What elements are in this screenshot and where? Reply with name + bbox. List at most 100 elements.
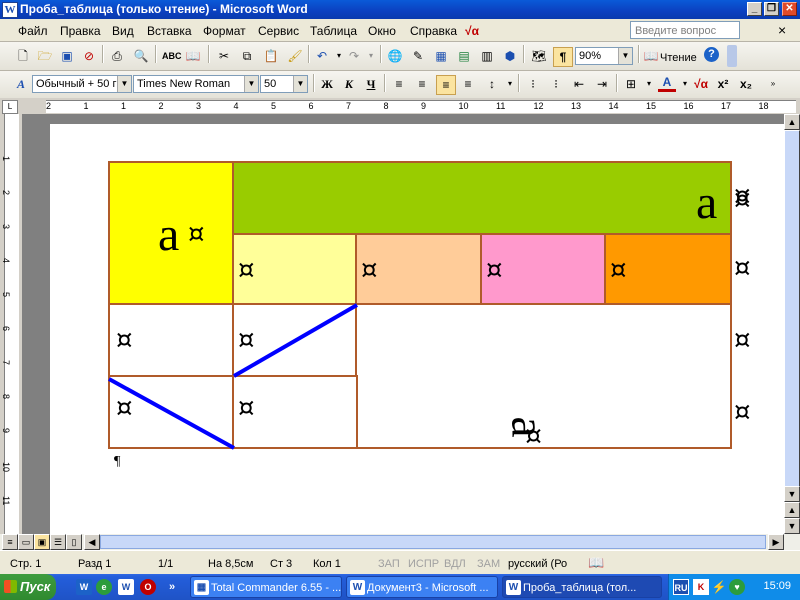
font-size-select[interactable]: 50 ▼ (260, 75, 308, 93)
toolbar-options-icon[interactable] (727, 45, 737, 67)
equation-icon[interactable]: √α (465, 24, 479, 38)
bullets-icon[interactable]: ⁝ (547, 75, 565, 93)
new-document-icon[interactable]: 🗋 (14, 47, 32, 65)
help-icon[interactable]: ? (704, 47, 719, 62)
align-right-icon[interactable]: ≡ (436, 75, 456, 95)
scroll-down-icon[interactable]: ▼ (784, 486, 800, 502)
border-dropdown-icon[interactable]: ▾ (640, 75, 658, 93)
document-area[interactable]: a ¤ a ¤ ¤ ¤ ¤ ¤ ¤ ¤ a ¤ ¤ ¤ ¤ ¤ ¤ ¤ ¶ (22, 114, 784, 534)
columns-icon[interactable]: ▥ (478, 47, 496, 65)
task-proba-table[interactable]: W Проба_таблица (тол... (502, 576, 662, 598)
styles-pane-icon[interactable]: A (12, 75, 30, 93)
status-extend[interactable]: ВДЛ (444, 558, 466, 570)
ask-question-input[interactable]: Введите вопрос (630, 21, 740, 39)
kaspersky-icon[interactable]: K (693, 579, 709, 595)
task-document3[interactable]: W Документ3 - Microsoft ... (346, 576, 498, 598)
spelling-icon[interactable]: ABC (162, 47, 182, 65)
menu-insert[interactable]: Вставка (147, 24, 192, 38)
increase-indent-icon[interactable]: ⇥ (593, 75, 611, 93)
scroll-thumb[interactable] (784, 130, 800, 490)
read-mode-icon[interactable]: 📖 (642, 47, 660, 65)
chevron-down-icon[interactable]: ▼ (244, 76, 258, 92)
style-select[interactable]: Обычный + 50 г ▼ (32, 75, 132, 93)
normal-view-icon[interactable]: ≡ (2, 534, 18, 550)
equation-icon[interactable]: √α (692, 75, 710, 93)
status-record[interactable]: ЗАП (378, 558, 400, 570)
close-button[interactable]: ✕ (782, 2, 797, 16)
undo-icon[interactable]: ↶ (313, 47, 331, 65)
border-icon[interactable]: ⊞ (622, 75, 640, 93)
font-color-icon[interactable]: A (658, 75, 676, 92)
redo-dropdown-icon[interactable]: ▾ (362, 47, 380, 65)
toolbar-options-icon[interactable]: » (764, 75, 782, 93)
scroll-up-icon[interactable]: ▲ (784, 114, 800, 130)
quicklaunch-more-icon[interactable]: » (164, 579, 180, 595)
status-overtype[interactable]: ЗАМ (477, 558, 500, 570)
reading-view-icon[interactable]: ▯ (66, 534, 82, 550)
italic-button[interactable]: К (340, 75, 358, 93)
line-spacing-icon[interactable]: ↕ (483, 75, 501, 93)
subscript-icon[interactable]: x₂ (737, 75, 755, 93)
table[interactable]: a ¤ a ¤ ¤ ¤ ¤ ¤ ¤ ¤ a ¤ ¤ ¤ ¤ ¤ ¤ ¤ (108, 161, 751, 461)
zoom-select[interactable]: 90% ▼ (575, 47, 633, 65)
align-left-icon[interactable]: ≡ (390, 75, 408, 93)
start-button[interactable]: Пуск (0, 574, 56, 600)
menu-file[interactable]: Файл (18, 24, 48, 38)
drawing-icon[interactable]: ⬢ (501, 47, 519, 65)
print-icon[interactable]: ⎙ (108, 47, 126, 65)
research-icon[interactable]: 📖 (184, 47, 202, 65)
align-center-icon[interactable]: ≡ (413, 75, 431, 93)
status-track-changes[interactable]: ИСПР (408, 558, 439, 570)
horizontal-scrollbar[interactable]: ≡ ▭ ▣ ☰ ▯ ◀ ▶ (0, 534, 800, 550)
insert-table-icon[interactable]: ▦ (432, 47, 450, 65)
ie-quicklaunch-icon[interactable]: e (96, 579, 112, 595)
font-select[interactable]: Times New Roman ▼ (133, 75, 259, 93)
copy-icon[interactable]: ⧉ (238, 47, 256, 65)
spelling-status-icon[interactable]: 📖 (588, 555, 604, 571)
format-painter-icon[interactable]: 🖌 (286, 47, 304, 65)
document-page[interactable]: a ¤ a ¤ ¤ ¤ ¤ ¤ ¤ ¤ a ¤ ¤ ¤ ¤ ¤ ¤ ¤ ¶ (50, 124, 784, 534)
permission-icon[interactable]: ⊘ (80, 47, 98, 65)
antivirus-shield-icon[interactable]: ♥ (729, 579, 745, 595)
line-spacing-dropdown-icon[interactable]: ▾ (501, 75, 519, 93)
chevron-down-icon[interactable]: ▼ (293, 76, 307, 92)
bold-button[interactable]: Ж (318, 75, 336, 93)
opera-quicklaunch-icon[interactable]: O (140, 579, 156, 595)
web-view-icon[interactable]: ▭ (18, 534, 34, 550)
decrease-indent-icon[interactable]: ⇤ (570, 75, 588, 93)
vertical-ruler[interactable]: 1 2 3 4 5 6 7 8 9 10 11 (0, 114, 22, 534)
numbering-icon[interactable]: ⁝ (524, 75, 542, 93)
print-preview-icon[interactable]: 🔍 (132, 47, 150, 65)
read-mode-label[interactable]: Чтение (660, 52, 697, 64)
save-icon[interactable]: ▣ (58, 47, 76, 65)
task-total-commander[interactable]: ▦ Total Commander 6.55 - ... (190, 576, 342, 598)
scroll-right-icon[interactable]: ▶ (768, 534, 784, 550)
horizontal-ruler[interactable]: L 2 1 1 2 3 4 5 6 7 8 9 10 11 12 13 14 15 16 17 18 (0, 98, 800, 114)
menu-edit[interactable]: Правка (60, 24, 101, 38)
maximize-button[interactable]: ❐ (764, 2, 779, 16)
chevron-down-icon[interactable]: ▼ (618, 48, 632, 64)
language-indicator[interactable]: RU (673, 579, 689, 595)
menu-help[interactable]: Справка (410, 24, 457, 38)
previous-page-icon[interactable]: ▲ (784, 502, 800, 518)
hyperlink-icon[interactable]: 🌐 (386, 47, 404, 65)
paste-icon[interactable]: 📋 (262, 47, 280, 65)
redo-icon[interactable]: ↷ (345, 47, 363, 65)
scroll-left-icon[interactable]: ◀ (84, 534, 100, 550)
word-quicklaunch-icon[interactable]: W (76, 579, 92, 595)
network-icon[interactable]: ⚡ (711, 579, 727, 595)
tables-borders-icon[interactable]: ✎ (409, 47, 427, 65)
next-page-icon[interactable]: ▼ (784, 518, 800, 534)
document-map-icon[interactable]: 🗺 (530, 47, 548, 65)
close-document-icon[interactable]: × (778, 22, 786, 38)
minimize-button[interactable]: _ (747, 2, 762, 16)
cut-icon[interactable]: ✂ (215, 47, 233, 65)
open-folder-icon[interactable]: 🗁 (36, 47, 54, 65)
scroll-thumb[interactable] (100, 535, 766, 549)
outline-view-icon[interactable]: ☰ (50, 534, 66, 550)
menu-table[interactable]: Таблица (310, 24, 357, 38)
tab-stop-selector[interactable]: L (2, 100, 18, 114)
word-doc-quicklaunch-icon[interactable]: W (118, 579, 134, 595)
menu-window[interactable]: Окно (368, 24, 396, 38)
menu-view[interactable]: Вид (112, 24, 134, 38)
